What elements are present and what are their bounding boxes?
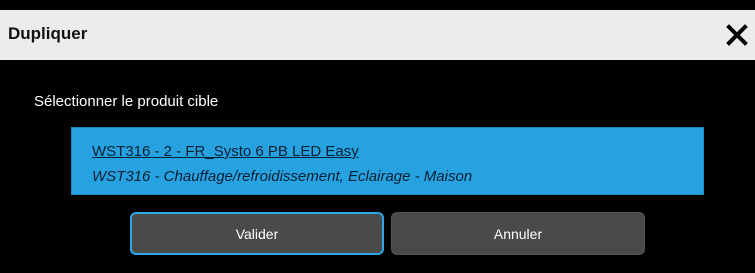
dialog-titlebar: Dupliquer [0,10,755,60]
target-product-item[interactable]: WST316 - 2 - FR_Systo 6 PB LED Easy WST3… [71,127,704,195]
product-name[interactable]: WST316 - 2 - FR_Systo 6 PB LED Easy [92,143,359,160]
close-icon[interactable] [725,23,749,47]
product-description: WST316 - Chauffage/refroidissement, Ecla… [92,168,473,185]
dialog-title: Dupliquer [8,24,88,43]
duplicate-dialog: Dupliquer Sélectionner le produit cible … [0,0,755,273]
select-target-label: Sélectionner le produit cible [34,93,219,110]
validate-button[interactable]: Valider [130,212,384,255]
cancel-button[interactable]: Annuler [391,212,645,255]
